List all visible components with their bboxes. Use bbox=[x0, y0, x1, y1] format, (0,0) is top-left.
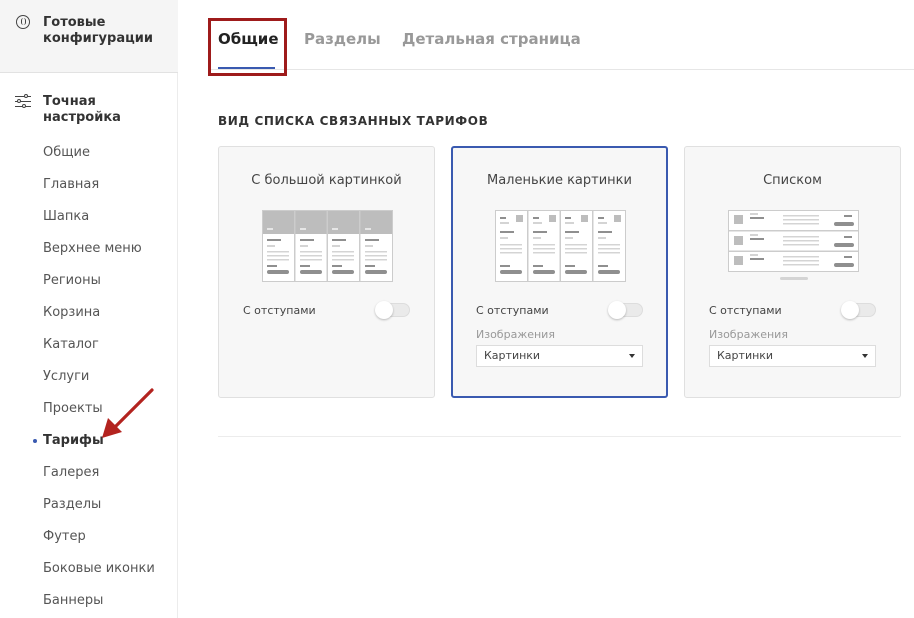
arrow-annotation bbox=[102, 388, 154, 438]
tab-highlight-frame bbox=[208, 18, 287, 76]
sidebar-item-side-icons[interactable]: Боковые иконки bbox=[0, 553, 178, 585]
margins-option-label: С отступами bbox=[243, 304, 316, 317]
sidebar-item-glavnaya[interactable]: Главная bbox=[0, 169, 178, 201]
sidebar: Готовые конфигурации Точная настройка Об… bbox=[0, 0, 178, 618]
card-title: Списком bbox=[763, 173, 822, 188]
toggle-knob bbox=[608, 301, 626, 319]
sidebar-item-footer[interactable]: Футер bbox=[0, 521, 178, 553]
sidebar-item-shapka[interactable]: Шапка bbox=[0, 201, 178, 233]
toggle-knob bbox=[375, 301, 393, 319]
sidebar-item-regions[interactable]: Регионы bbox=[0, 265, 178, 297]
layout-card-small-images[interactable]: Маленькие картинки С отступами Изображен… bbox=[451, 146, 668, 398]
sidebar-item-cart[interactable]: Корзина bbox=[0, 297, 178, 329]
tab-razdely[interactable]: Разделы bbox=[304, 30, 381, 48]
images-label: Изображения bbox=[709, 328, 788, 341]
margins-toggle[interactable] bbox=[841, 301, 876, 319]
layout-card-big-image[interactable]: С большой картинкой С отступами bbox=[218, 146, 435, 398]
list-preview bbox=[728, 210, 859, 280]
select-caret-icon bbox=[629, 354, 635, 358]
images-select-value: Картинки bbox=[484, 349, 541, 362]
sidebar-item-gallery[interactable]: Галерея bbox=[0, 457, 178, 489]
section-title: ВИД СПИСКА СВЯЗАННЫХ ТАРИФОВ bbox=[218, 114, 489, 128]
settings-menu: Общие Главная Шапка Верхнее меню Регионы… bbox=[0, 137, 178, 617]
sidebar-item-banners[interactable]: Баннеры bbox=[0, 585, 178, 617]
tabs-bar: Общие Разделы Детальная страница bbox=[208, 0, 914, 70]
margins-toggle[interactable] bbox=[375, 301, 410, 319]
images-select[interactable]: Картинки bbox=[476, 345, 643, 367]
margins-option-label: С отступами bbox=[476, 304, 549, 317]
small-images-preview bbox=[495, 210, 626, 282]
sidebar-item-obshie[interactable]: Общие bbox=[0, 137, 178, 169]
sidebar-item-top-menu[interactable]: Верхнее меню bbox=[0, 233, 178, 265]
sidebar-item-catalog[interactable]: Каталог bbox=[0, 329, 178, 361]
ready-config-icon bbox=[16, 15, 30, 29]
card-title: С большой картинкой bbox=[251, 173, 402, 188]
margins-option-label: С отступами bbox=[709, 304, 782, 317]
margins-toggle[interactable] bbox=[608, 301, 643, 319]
layout-card-list[interactable]: Списком С отступами Изображения Картинки bbox=[684, 146, 901, 398]
card-title: Маленькие картинки bbox=[487, 173, 632, 188]
ready-configurations-label: Готовые конфигурации bbox=[43, 15, 153, 46]
fine-tuning-label: Точная настройка bbox=[43, 94, 121, 125]
images-select-value: Картинки bbox=[717, 349, 774, 362]
toggle-knob bbox=[841, 301, 859, 319]
sidebar-item-sections[interactable]: Разделы bbox=[0, 489, 178, 521]
big-image-preview bbox=[262, 210, 393, 282]
tab-detail-page[interactable]: Детальная страница bbox=[402, 30, 581, 48]
sliders-icon bbox=[15, 93, 31, 108]
select-caret-icon bbox=[862, 354, 868, 358]
images-label: Изображения bbox=[476, 328, 555, 341]
images-select[interactable]: Картинки bbox=[709, 345, 876, 367]
ready-configurations-item[interactable]: Готовые конфигурации bbox=[0, 0, 178, 73]
section-divider bbox=[218, 436, 901, 437]
fine-tuning-item[interactable]: Точная настройка bbox=[0, 90, 178, 130]
